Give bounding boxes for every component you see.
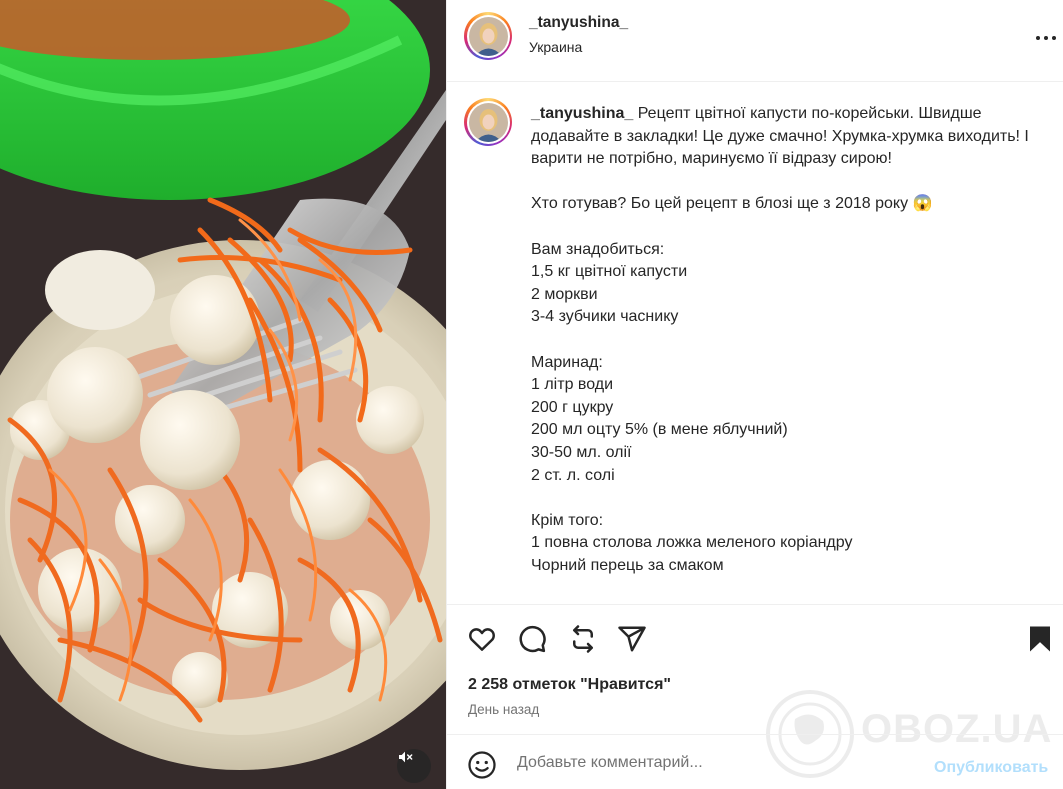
comment-bar: Опубликовать — [447, 734, 1063, 789]
comment-icon[interactable] — [517, 624, 547, 654]
food-photo-illustration — [0, 0, 446, 789]
caption-username[interactable]: _tanyushina_ — [531, 105, 633, 122]
publish-comment-button[interactable]: Опубликовать — [934, 759, 1048, 777]
caption-avatar[interactable] — [464, 98, 512, 146]
repost-icon[interactable] — [568, 624, 598, 654]
post-photo[interactable] — [0, 0, 446, 789]
share-icon[interactable] — [617, 624, 647, 654]
comment-input[interactable] — [517, 749, 917, 777]
post-actions: 2 258 отметок "Нравится" День назад OBOZ… — [447, 604, 1063, 778]
muted-icon — [399, 751, 413, 763]
heart-icon[interactable] — [467, 624, 497, 654]
avatar[interactable] — [464, 12, 512, 60]
caption-section: _tanyushina_ Рецепт цвітної капусти по-к… — [447, 83, 1063, 603]
likes-count[interactable]: 2 258 отметок "Нравится" — [468, 676, 671, 694]
post-author-username[interactable]: _tanyushina_ — [529, 14, 628, 32]
post-caption: _tanyushina_ Рецепт цвітної капусти по-к… — [531, 103, 1051, 603]
emoji-icon[interactable] — [467, 750, 497, 780]
more-horizontal-icon[interactable] — [1034, 26, 1058, 50]
post-header: _tanyushina_ Украина — [447, 0, 1063, 82]
bookmark-icon[interactable] — [1025, 624, 1055, 654]
post-details-panel: _tanyushina_ Украина _tanyushina_ Рецепт… — [446, 0, 1063, 789]
post-timestamp[interactable]: День назад — [468, 702, 539, 717]
caption-text: Рецепт цвітної капусти по-корейськи. Шви… — [531, 105, 1029, 603]
post-location[interactable]: Украина — [529, 39, 582, 55]
profile-photo — [468, 16, 508, 56]
mute-button[interactable] — [397, 749, 431, 783]
profile-photo — [468, 102, 508, 142]
